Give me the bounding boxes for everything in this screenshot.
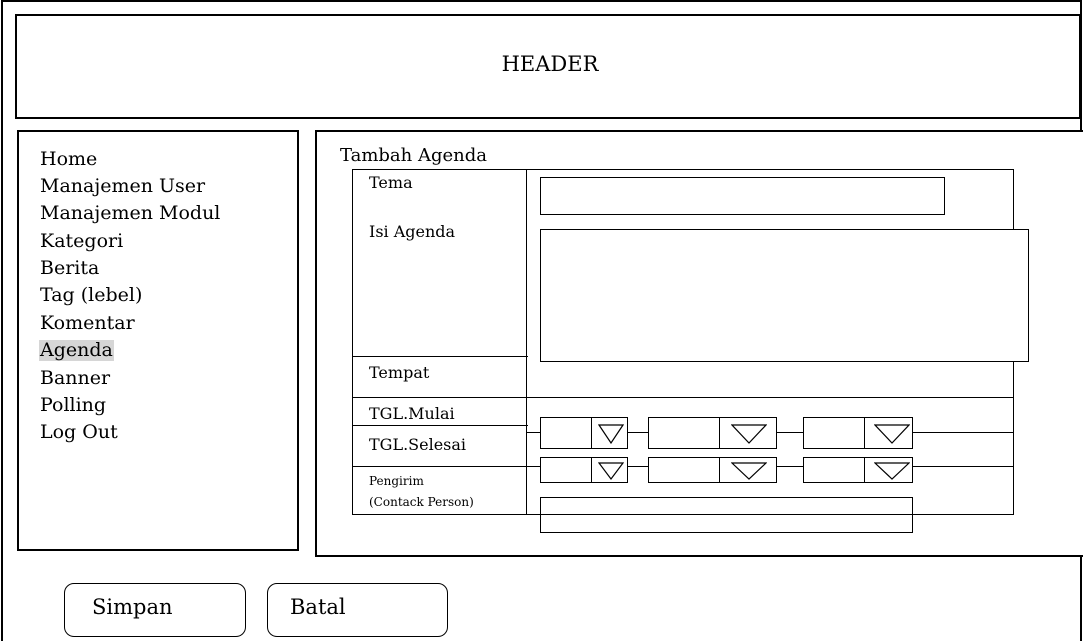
sidebar-item-manajemen-user[interactable]: Manajemen User — [39, 176, 206, 197]
triangle-down-icon — [598, 462, 624, 480]
sidebar-item-agenda[interactable]: Agenda — [39, 340, 114, 361]
tgl-selesai-year-select[interactable] — [803, 457, 913, 483]
tempat-label: Tempat — [369, 363, 430, 382]
tgl-mulai-year-select[interactable] — [803, 417, 913, 449]
tgl-selesai-label: TGL.Selesai — [369, 435, 467, 454]
sidebar-item-log-out[interactable]: Log Out — [39, 422, 119, 443]
tgl-mulai-day-select[interactable] — [540, 417, 628, 449]
form-title: Tambah Agenda — [340, 145, 487, 166]
batal-button-label: Batal — [290, 595, 346, 619]
form-row-divider — [352, 356, 528, 357]
sidebar-item-kategori[interactable]: Kategori — [39, 231, 124, 252]
tema-input[interactable] — [540, 177, 945, 215]
form-row-divider — [352, 466, 528, 467]
pengirim-sublabel: (Contack Person) — [369, 495, 474, 509]
tgl-selesai-day-select[interactable] — [540, 457, 628, 483]
sidebar-item-banner[interactable]: Banner — [39, 368, 111, 389]
isi-agenda-label: Isi Agenda — [369, 222, 456, 241]
form-label-column-divider — [526, 169, 527, 515]
sidebar-item-komentar[interactable]: Komentar — [39, 313, 136, 334]
sidebar-item-manajemen-modul[interactable]: Manajemen Modul — [39, 203, 221, 224]
sidebar-menu: Home Manajemen User Manajemen Modul Kate… — [17, 130, 299, 551]
triangle-down-icon — [874, 424, 910, 444]
header-title: HEADER — [501, 52, 599, 76]
batal-button[interactable]: Batal — [267, 583, 448, 637]
form-row-divider — [352, 397, 1014, 398]
sidebar-item-home[interactable]: Home — [39, 149, 98, 170]
tgl-mulai-month-select[interactable] — [648, 417, 777, 449]
sidebar-item-tag[interactable]: Tag (lebel) — [39, 285, 143, 306]
triangle-down-icon — [731, 424, 767, 444]
simpan-button-label: Simpan — [92, 595, 173, 619]
pengirim-input-inner-line — [540, 514, 913, 515]
triangle-down-icon — [598, 424, 624, 444]
pengirim-label: Pengirim — [369, 474, 424, 488]
header: HEADER — [15, 14, 1081, 119]
simpan-button[interactable]: Simpan — [64, 583, 246, 637]
triangle-down-icon — [731, 462, 767, 480]
sidebar-item-polling[interactable]: Polling — [39, 395, 107, 416]
tema-label: Tema — [369, 173, 413, 192]
triangle-down-icon — [874, 462, 910, 480]
isi-agenda-textarea[interactable] — [540, 229, 1029, 362]
tgl-selesai-month-select[interactable] — [648, 457, 777, 483]
sidebar-item-berita[interactable]: Berita — [39, 258, 100, 279]
tgl-mulai-label: TGL.Mulai — [369, 404, 455, 423]
pengirim-input[interactable] — [540, 497, 913, 533]
form-row-divider — [352, 425, 528, 426]
